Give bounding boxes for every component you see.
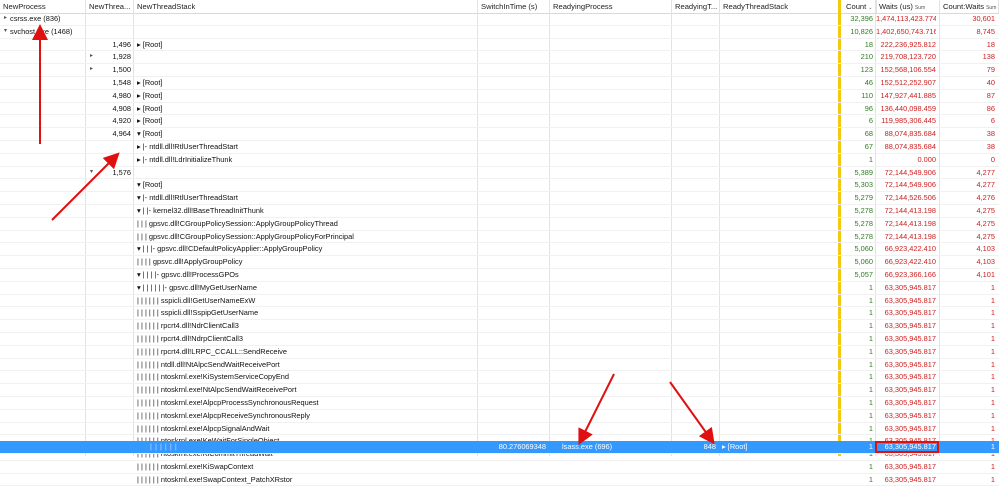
table-row[interactable]: | | | | | | ntoskrnl.exe!KiSwapContext 1 6… <box>0 461 999 474</box>
count-waits-cell: 1 <box>990 474 995 484</box>
count-cell: 1 <box>868 461 873 471</box>
stack-cell[interactable]: | | | | | | ntoskrnl.exe!SwapContext_Pat… <box>137 474 473 485</box>
arrow-to-readying-process <box>578 373 615 446</box>
arrow-to-readying-thread <box>669 381 715 445</box>
thread-cell <box>96 461 131 472</box>
process-cell <box>10 461 84 472</box>
count-cell: 1 <box>868 474 873 484</box>
count-waits-cell: 1 <box>990 461 995 471</box>
process-cell <box>10 474 84 485</box>
arrow-to-thread-1576 <box>51 152 120 221</box>
thread-cell <box>96 474 131 485</box>
annotation-arrows <box>32 24 715 446</box>
waits-cell: 63,305,945.817 <box>884 474 936 484</box>
table-row[interactable]: | | | | | | ntoskrnl.exe!SwapContext_Pat… <box>0 474 999 486</box>
stack-cell[interactable]: | | | | | | ntoskrnl.exe!KiSwapContext <box>137 461 473 472</box>
waits-cell: 63,305,945.817 <box>884 461 936 471</box>
